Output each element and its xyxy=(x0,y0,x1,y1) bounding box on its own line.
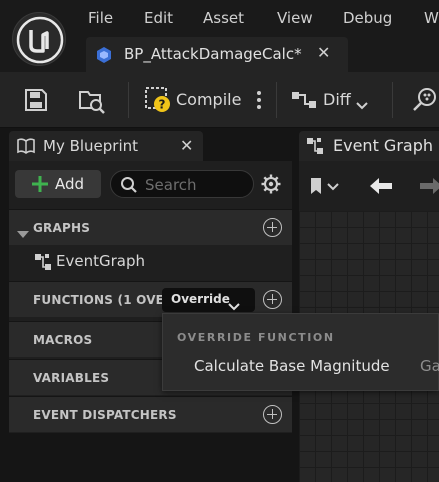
graphs-section-header[interactable]: GRAPHS xyxy=(9,209,292,245)
variables-section-label: VARIABLES xyxy=(33,371,110,385)
macros-section-label: MACROS xyxy=(33,333,93,347)
blueprint-class-icon xyxy=(95,46,113,64)
settings-gear-icon[interactable] xyxy=(261,174,281,198)
browse-asset-icon[interactable] xyxy=(78,88,106,118)
diff-icon[interactable] xyxy=(291,90,319,114)
override-dropdown-button[interactable]: Override xyxy=(162,288,255,312)
event-dispatchers-section-label: EVENT DISPATCHERS xyxy=(33,408,177,422)
book-icon xyxy=(17,138,35,158)
toolbar-separator xyxy=(128,82,129,118)
add-button[interactable]: Add xyxy=(15,170,101,198)
menu-asset[interactable]: Asset xyxy=(203,9,244,27)
collapse-arrow-icon[interactable] xyxy=(17,224,29,243)
event-graph-tab[interactable]: Event Graph xyxy=(299,131,439,161)
more-options-icon[interactable] xyxy=(256,90,262,114)
bookmark-icon[interactable] xyxy=(309,177,343,199)
plus-icon xyxy=(31,175,49,197)
find-icon[interactable] xyxy=(412,86,439,117)
add-button-label: Add xyxy=(55,175,85,193)
svg-text:?: ? xyxy=(159,98,166,112)
toolbar-separator xyxy=(392,82,393,118)
functions-section-label: FUNCTIONS (1 OVERR xyxy=(33,293,183,307)
compile-label: Compile xyxy=(176,90,242,109)
document-tab[interactable]: BP_AttackDamageCalc* ✕ xyxy=(86,37,348,73)
back-arrow-icon[interactable] xyxy=(368,176,394,200)
menu-item-truncated[interactable]: Ga xyxy=(420,357,439,375)
menu-item-calculate-base-magnitude[interactable]: Calculate Base Magnitude xyxy=(194,357,390,375)
menu-debug[interactable]: Debug xyxy=(343,9,392,27)
close-panel-icon[interactable]: ✕ xyxy=(180,136,193,155)
graphs-section-label: GRAPHS xyxy=(33,221,91,235)
forward-arrow-icon[interactable] xyxy=(418,176,439,200)
unreal-logo-icon[interactable] xyxy=(12,12,66,66)
menu-window[interactable]: W xyxy=(424,9,439,27)
menu-file[interactable]: File xyxy=(88,9,113,27)
add-event-dispatcher-icon[interactable] xyxy=(263,405,282,424)
close-tab-icon[interactable]: ✕ xyxy=(317,43,330,62)
override-button-label: Override xyxy=(171,292,230,306)
document-tab-title: BP_AttackDamageCalc* xyxy=(124,45,302,63)
override-menu-header: OVERRIDE FUNCTION xyxy=(177,331,335,344)
diff-label[interactable]: Diff xyxy=(323,90,351,109)
override-function-menu: OVERRIDE FUNCTION Calculate Base Magnitu… xyxy=(162,313,439,391)
toolbar-separator xyxy=(276,82,277,118)
my-blueprint-tab[interactable]: My Blueprint ✕ xyxy=(9,131,203,161)
chevron-down-icon[interactable] xyxy=(356,95,368,114)
search-placeholder: Search xyxy=(145,176,197,194)
compile-status-icon: ? xyxy=(144,86,172,118)
event-dispatchers-section-header[interactable]: EVENT DISPATCHERS xyxy=(9,396,292,432)
menu-edit[interactable]: Edit xyxy=(144,9,173,27)
menu-view[interactable]: View xyxy=(277,9,313,27)
event-graph-tab-icon xyxy=(306,137,324,159)
add-function-icon[interactable] xyxy=(263,290,282,309)
search-input[interactable]: Search xyxy=(110,170,254,198)
event-graph-icon xyxy=(34,253,52,275)
event-graph-tab-label: Event Graph xyxy=(333,136,433,155)
add-graph-icon[interactable] xyxy=(263,218,282,237)
my-blueprint-tab-label: My Blueprint xyxy=(43,137,139,155)
search-icon xyxy=(120,176,138,198)
save-icon[interactable] xyxy=(24,88,48,116)
event-graph-label[interactable]: EventGraph xyxy=(56,252,145,270)
